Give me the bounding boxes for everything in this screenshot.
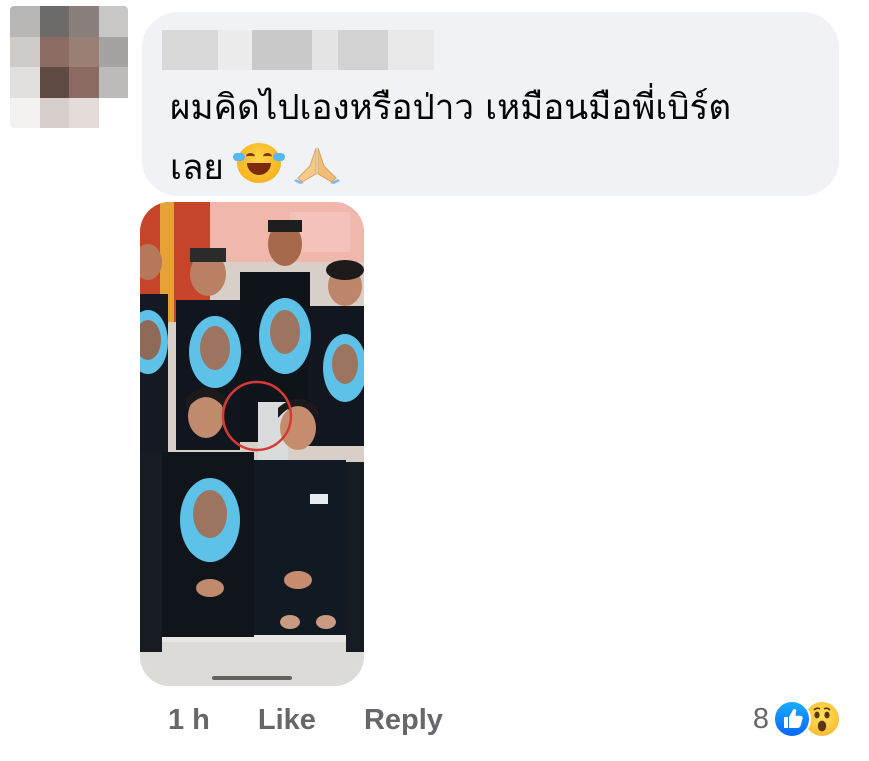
comment-text-line-2-text: เลย bbox=[170, 148, 224, 188]
avatar[interactable] bbox=[10, 6, 128, 128]
like-icon bbox=[773, 700, 811, 738]
comment-bubble: ผมคิดไปเองหรือป่าว เหมือนมือพี่เบิร์ต เล… bbox=[142, 12, 839, 196]
comment-text-line-2: เลย bbox=[170, 138, 790, 198]
reactions-summary[interactable]: 8 bbox=[753, 698, 841, 740]
attached-photo[interactable] bbox=[140, 202, 364, 686]
face-with-tears-of-joy-icon bbox=[233, 143, 286, 183]
comment-actions: 1 h Like Reply bbox=[168, 700, 491, 740]
comment-text: ผมคิดไปเองหรือป่าว เหมือนมือพี่เบิร์ต เล… bbox=[170, 78, 790, 198]
reaction-count: 8 bbox=[752, 702, 769, 735]
like-button[interactable]: Like bbox=[258, 704, 316, 737]
reply-button[interactable]: Reply bbox=[364, 704, 443, 737]
group-photo-illustration bbox=[140, 202, 364, 686]
author-name-redacted[interactable] bbox=[162, 30, 434, 70]
folded-hands-icon bbox=[294, 143, 341, 184]
comment-text-line-1: ผมคิดไปเองหรือป่าว เหมือนมือพี่เบิร์ต bbox=[170, 88, 732, 128]
timestamp[interactable]: 1 h bbox=[168, 704, 210, 737]
